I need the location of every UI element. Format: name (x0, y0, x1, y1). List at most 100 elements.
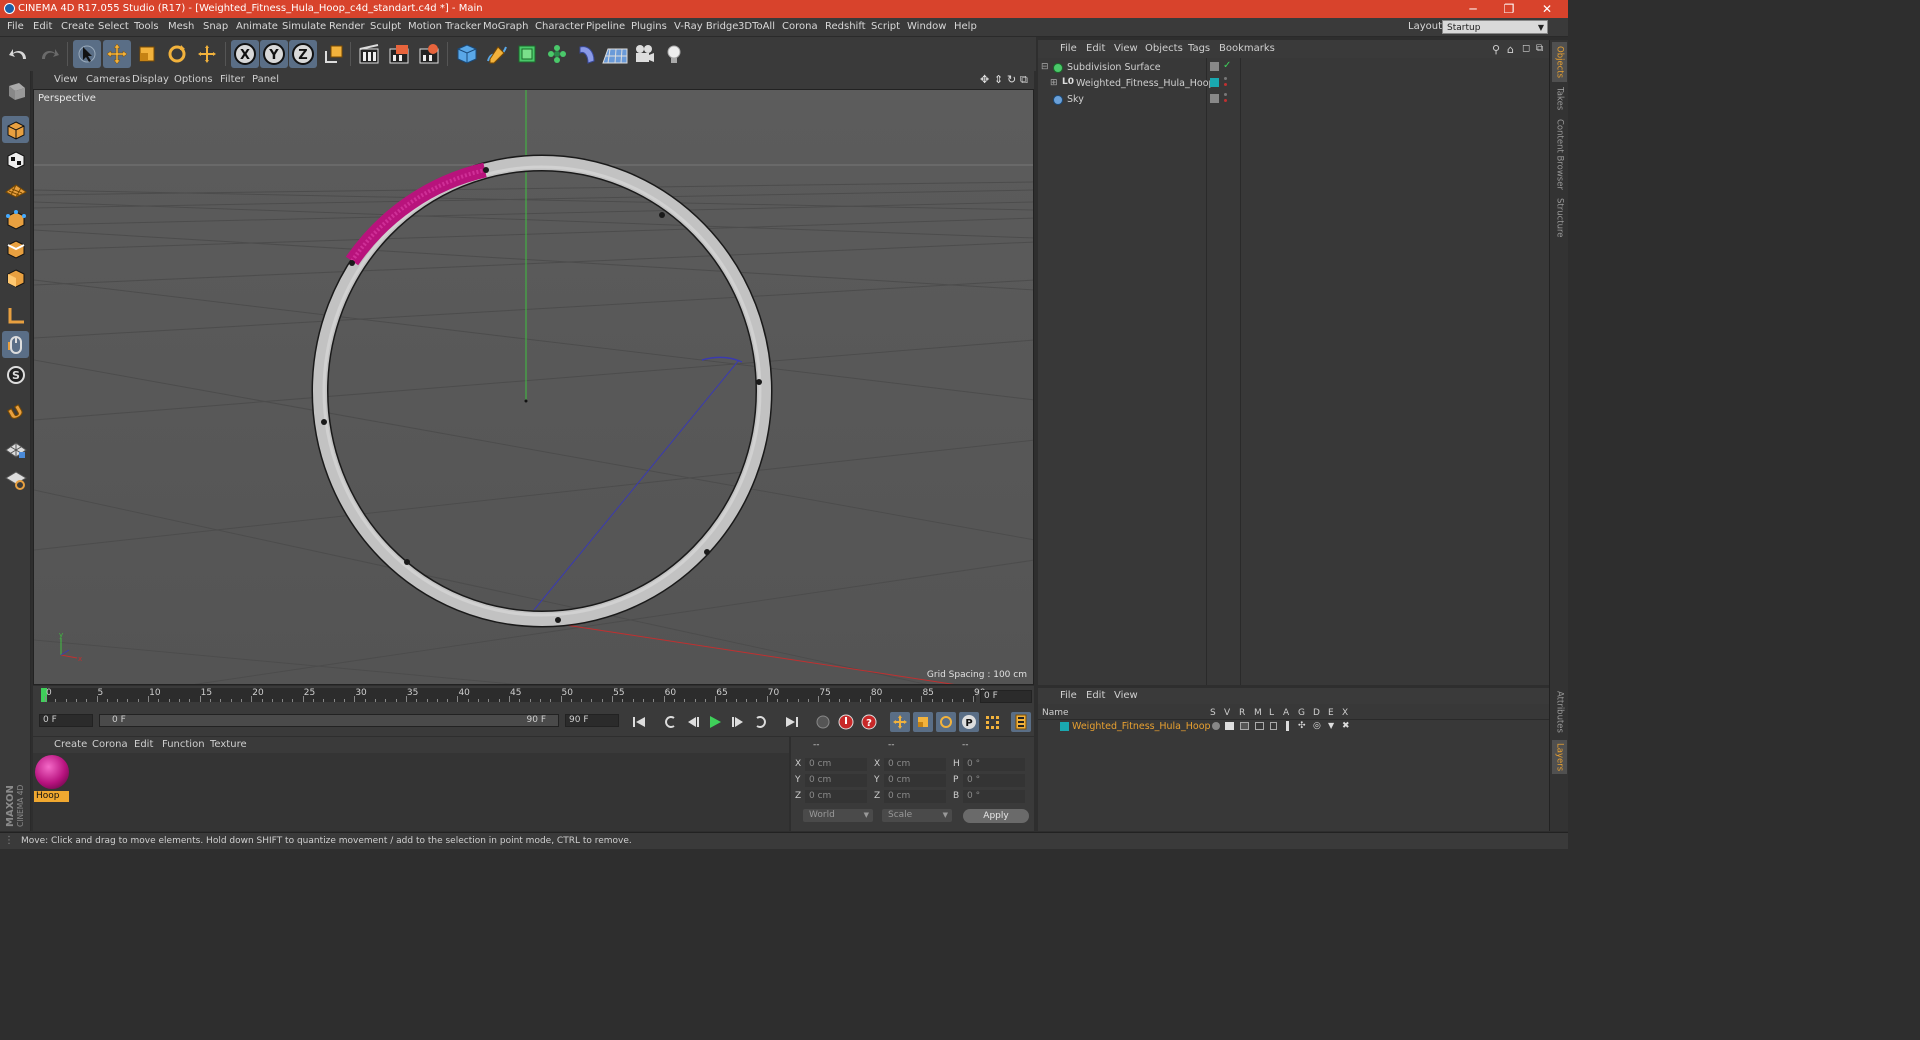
menu-corona[interactable]: Corona (782, 21, 818, 32)
timeline-ruler[interactable]: 051015202530354045505560657075808590 (41, 688, 985, 702)
size-mode-select[interactable]: Scale ▼ (882, 809, 952, 822)
texture-mode-icon[interactable] (2, 146, 29, 173)
menu-render[interactable]: Render (329, 21, 365, 32)
material-menu-edit[interactable]: Edit (134, 739, 153, 750)
size-x-field[interactable]: 0 cm (884, 758, 946, 771)
redo-icon[interactable] (35, 40, 63, 68)
move-icon[interactable] (103, 40, 131, 68)
viewport-move-icon[interactable]: ✥ (980, 73, 989, 86)
model-mode-icon[interactable] (2, 116, 29, 143)
frame-range-slider[interactable]: 0 F 90 F (99, 714, 559, 727)
rot-p-field[interactable]: 0 ° (963, 774, 1025, 787)
cube-icon[interactable] (453, 40, 481, 68)
menu-mesh[interactable]: Mesh (168, 21, 194, 32)
locked-workplane-icon[interactable] (2, 436, 29, 463)
next-frame-icon[interactable] (728, 712, 748, 732)
rotate-icon[interactable] (163, 40, 191, 68)
solo-toggle-icon[interactable] (1212, 722, 1220, 730)
close-button[interactable]: ✕ (1532, 1, 1562, 17)
menu-character[interactable]: Character (535, 21, 584, 32)
om-menu-bookmarks[interactable]: Bookmarks (1219, 43, 1275, 54)
xref-toggle-icon[interactable]: ✖ (1342, 721, 1350, 731)
object-manager-new-icon[interactable]: ◻ (1522, 43, 1530, 54)
play-icon[interactable] (705, 712, 725, 732)
perspective-viewport[interactable]: y x Perspective Grid Spacing : 100 cm (33, 89, 1034, 685)
material-hoop[interactable]: Hoop (33, 753, 71, 805)
menu-help[interactable]: Help (954, 21, 977, 32)
object-row-hula-hoop[interactable]: ⊞ L0 Weighted_Fitness_Hula_Hoop (1038, 76, 1549, 92)
menu-mograph[interactable]: MoGraph (483, 21, 528, 32)
animation-toggle-icon[interactable] (1286, 721, 1289, 731)
lm-menu-edit[interactable]: Edit (1086, 690, 1105, 701)
om-menu-file[interactable]: File (1060, 43, 1077, 54)
viewport-menu-filter[interactable]: Filter (220, 74, 245, 85)
previous-key-icon[interactable] (660, 712, 680, 732)
generators-toggle-icon[interactable]: ✣ (1298, 721, 1306, 731)
light-icon[interactable] (660, 40, 688, 68)
start-frame-field[interactable]: 0 F (39, 714, 93, 727)
rot-h-field[interactable]: 0 ° (963, 758, 1025, 771)
lm-menu-file[interactable]: File (1060, 690, 1077, 701)
tab-layers[interactable]: Layers (1552, 740, 1567, 774)
rot-b-field[interactable]: 0 ° (963, 790, 1025, 803)
editor-visibility-icon[interactable] (1210, 62, 1219, 71)
material-menu-texture[interactable]: Texture (210, 739, 247, 750)
viewport-zoom-icon[interactable]: ⇕ (994, 73, 1003, 86)
viewport-menu-display[interactable]: Display (132, 74, 169, 85)
layer-color-icon[interactable] (1210, 78, 1219, 87)
enabled-check-icon[interactable]: ✓ (1223, 60, 1231, 71)
menu-animate[interactable]: Animate (236, 21, 278, 32)
om-menu-objects[interactable]: Objects (1145, 43, 1183, 54)
om-menu-tags[interactable]: Tags (1188, 43, 1210, 54)
key-rotation-icon[interactable] (936, 712, 956, 732)
viewport-menu-panel[interactable]: Panel (252, 74, 279, 85)
restore-button[interactable]: ❐ (1494, 1, 1524, 17)
menu-plugins[interactable]: Plugins (631, 21, 667, 32)
tab-takes[interactable]: Takes (1552, 84, 1567, 114)
magnet-icon[interactable] (2, 399, 29, 426)
current-frame-field[interactable]: 0 F (980, 690, 1032, 703)
key-position-icon[interactable] (890, 712, 910, 732)
camera-icon[interactable] (630, 40, 658, 68)
menu-select[interactable]: Select (98, 21, 129, 32)
snap-icon[interactable]: S (2, 361, 29, 388)
go-to-end-icon[interactable] (782, 712, 802, 732)
key-scale-icon[interactable] (913, 712, 933, 732)
menu-window[interactable]: Window (907, 21, 946, 32)
layer-color-swatch[interactable] (1060, 722, 1069, 731)
viewport-menu-cameras[interactable]: Cameras (86, 74, 130, 85)
edit-render-settings-icon[interactable] (415, 40, 443, 68)
size-y-field[interactable]: 0 cm (884, 774, 946, 787)
search-icon[interactable]: ⚲ (1492, 43, 1500, 56)
planar-workplane-icon[interactable] (2, 466, 29, 493)
end-frame-field[interactable]: 90 F (565, 714, 619, 727)
render-toggle-icon[interactable] (1240, 722, 1249, 730)
deformer-icon[interactable] (573, 40, 601, 68)
lm-menu-view[interactable]: View (1114, 690, 1138, 701)
menu-create[interactable]: Create (61, 21, 94, 32)
autokeying-icon[interactable]: ? (859, 712, 879, 732)
menu-script[interactable]: Script (871, 21, 900, 32)
menu-snap[interactable]: Snap (203, 21, 228, 32)
menu-sculpt[interactable]: Sculpt (370, 21, 401, 32)
previous-frame-icon[interactable] (683, 712, 703, 732)
key-parameter-icon[interactable]: P (959, 712, 979, 732)
layer-row[interactable]: Weighted_Fitness_Hula_Hoop ✣ ◎ ▼ ✖ (1038, 720, 1549, 734)
floor-grid-icon[interactable] (601, 40, 629, 68)
cloner-icon[interactable] (543, 40, 571, 68)
menu-tools[interactable]: Tools (134, 21, 159, 32)
editor-visibility-icon[interactable] (1210, 94, 1219, 103)
points-mode-icon[interactable] (2, 206, 29, 233)
expand-icon[interactable]: ⊞ (1050, 78, 1058, 88)
expressions-toggle-icon[interactable]: ▼ (1328, 721, 1334, 730)
menu-3dtoall[interactable]: 3DToAll (738, 21, 775, 32)
viewport-maximize-icon[interactable]: ⧉ (1020, 73, 1028, 87)
tab-structure[interactable]: Structure (1552, 194, 1567, 242)
pos-x-field[interactable]: 0 cm (805, 758, 867, 771)
menu-redshift[interactable]: Redshift (825, 21, 866, 32)
menu-vray-bridge[interactable]: V-Ray Bridge (674, 21, 738, 32)
tab-content-browser[interactable]: Content Browser (1552, 116, 1567, 192)
viewport-rotate-icon[interactable]: ↻ (1007, 73, 1016, 86)
menu-motion-tracker[interactable]: Motion Tracker (408, 21, 481, 32)
om-menu-view[interactable]: View (1114, 43, 1138, 54)
